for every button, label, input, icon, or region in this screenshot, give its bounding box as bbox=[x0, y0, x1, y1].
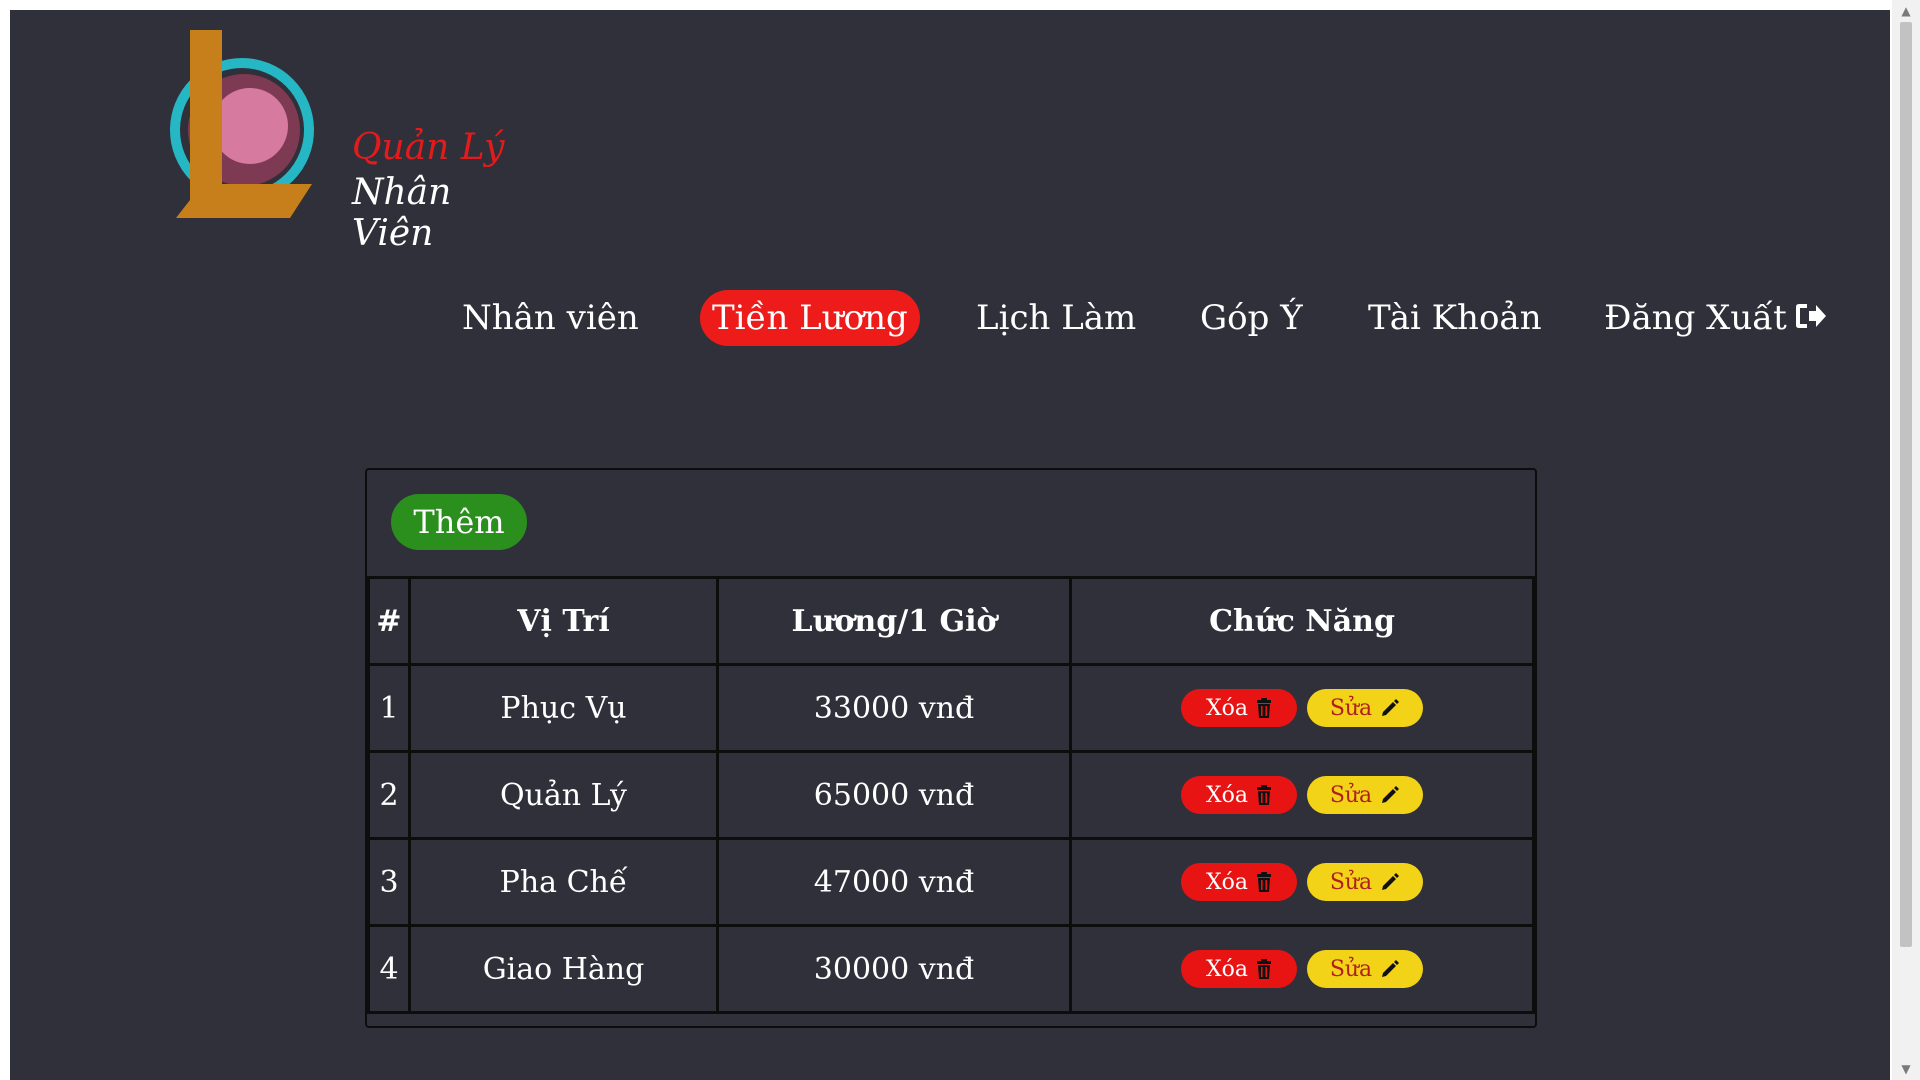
main-nav: Nhân viên Tiền Lương Lịch Làm Góp Ý Tài … bbox=[10, 290, 1890, 352]
row-index: 2 bbox=[367, 750, 411, 840]
delete-label: Xóa bbox=[1205, 869, 1249, 895]
logout-icon bbox=[1795, 292, 1827, 348]
nav-item-feedback[interactable]: Góp Ý bbox=[1200, 290, 1303, 346]
row-position: Giao Hàng bbox=[408, 924, 719, 1014]
edit-button[interactable]: Sửa bbox=[1307, 950, 1423, 988]
salary-panel: Thêm # Vị Trí Lương/1 Giờ Chức Năng 1 Ph… bbox=[365, 468, 1537, 1028]
table-row: 1 Phục Vụ 33000 vnđ Xóa Sửa bbox=[367, 663, 1535, 753]
nav-item-salary[interactable]: Tiền Lương bbox=[700, 290, 920, 346]
scroll-up-arrow-icon[interactable]: ▲ bbox=[1892, 0, 1920, 22]
nav-item-schedule[interactable]: Lịch Làm bbox=[976, 290, 1136, 346]
row-actions: Xóa Sửa bbox=[1069, 924, 1535, 1014]
row-index: 1 bbox=[367, 663, 411, 753]
row-salary: 65000 vnđ bbox=[716, 750, 1072, 840]
row-salary: 33000 vnđ bbox=[716, 663, 1072, 753]
edit-button[interactable]: Sửa bbox=[1307, 776, 1423, 814]
logout-label: Đăng Xuất bbox=[1604, 298, 1787, 338]
row-salary: 30000 vnđ bbox=[716, 924, 1072, 1014]
edit-button[interactable]: Sửa bbox=[1307, 863, 1423, 901]
delete-button[interactable]: Xóa bbox=[1181, 950, 1297, 988]
logo-title-line2: Nhân Viên bbox=[352, 172, 452, 254]
row-position: Quản Lý bbox=[408, 750, 719, 840]
page: Quản Lý Nhân Viên Nhân viên Tiền Lương L… bbox=[10, 10, 1890, 1080]
row-index: 4 bbox=[367, 924, 411, 1014]
nav-item-logout[interactable]: Đăng Xuất bbox=[1604, 290, 1827, 346]
trash-icon bbox=[1257, 959, 1272, 979]
nav-item-employees[interactable]: Nhân viên bbox=[462, 290, 639, 346]
logo-emblem-icon bbox=[170, 30, 314, 218]
delete-button[interactable]: Xóa bbox=[1181, 689, 1297, 727]
logo-title-line1: Quản Lý bbox=[352, 127, 505, 168]
edit-label: Sửa bbox=[1329, 869, 1373, 895]
pencil-icon bbox=[1382, 873, 1400, 890]
trash-icon bbox=[1257, 872, 1272, 892]
row-index: 3 bbox=[367, 837, 411, 927]
delete-label: Xóa bbox=[1205, 695, 1249, 721]
header-index: # bbox=[367, 576, 411, 666]
nav-item-account[interactable]: Tài Khoản bbox=[1368, 290, 1542, 346]
header-salary: Lương/1 Giờ bbox=[716, 576, 1072, 666]
edit-label: Sửa bbox=[1329, 956, 1373, 982]
trash-icon bbox=[1257, 698, 1272, 718]
delete-label: Xóa bbox=[1205, 782, 1249, 808]
header-actions: Chức Năng bbox=[1069, 576, 1535, 666]
pencil-icon bbox=[1382, 960, 1400, 977]
table-header-row: # Vị Trí Lương/1 Giờ Chức Năng bbox=[367, 576, 1535, 666]
table-row: 4 Giao Hàng 30000 vnđ Xóa Sửa bbox=[367, 924, 1535, 1014]
vertical-scrollbar[interactable]: ▲ ▼ bbox=[1892, 0, 1920, 1080]
edit-button[interactable]: Sửa bbox=[1307, 689, 1423, 727]
table-row: 3 Pha Chế 47000 vnđ Xóa Sửa bbox=[367, 837, 1535, 927]
row-actions: Xóa Sửa bbox=[1069, 837, 1535, 927]
row-position: Pha Chế bbox=[408, 837, 719, 927]
row-position: Phục Vụ bbox=[408, 663, 719, 753]
add-button[interactable]: Thêm bbox=[391, 494, 527, 550]
edit-label: Sửa bbox=[1329, 782, 1373, 808]
delete-label: Xóa bbox=[1205, 956, 1249, 982]
pencil-icon bbox=[1382, 786, 1400, 803]
scrollbar-thumb[interactable] bbox=[1900, 22, 1912, 947]
delete-button[interactable]: Xóa bbox=[1181, 776, 1297, 814]
row-actions: Xóa Sửa bbox=[1069, 750, 1535, 840]
pencil-icon bbox=[1382, 699, 1400, 716]
trash-icon bbox=[1257, 785, 1272, 805]
delete-button[interactable]: Xóa bbox=[1181, 863, 1297, 901]
app-logo[interactable]: Quản Lý Nhân Viên bbox=[152, 22, 522, 254]
edit-label: Sửa bbox=[1329, 695, 1373, 721]
scroll-down-arrow-icon[interactable]: ▼ bbox=[1892, 1058, 1920, 1080]
salary-table: # Vị Trí Lương/1 Giờ Chức Năng 1 Phục Vụ… bbox=[367, 576, 1535, 1014]
table-row: 2 Quản Lý 65000 vnđ Xóa Sửa bbox=[367, 750, 1535, 840]
row-actions: Xóa Sửa bbox=[1069, 663, 1535, 753]
row-salary: 47000 vnđ bbox=[716, 837, 1072, 927]
header-position: Vị Trí bbox=[408, 576, 719, 666]
